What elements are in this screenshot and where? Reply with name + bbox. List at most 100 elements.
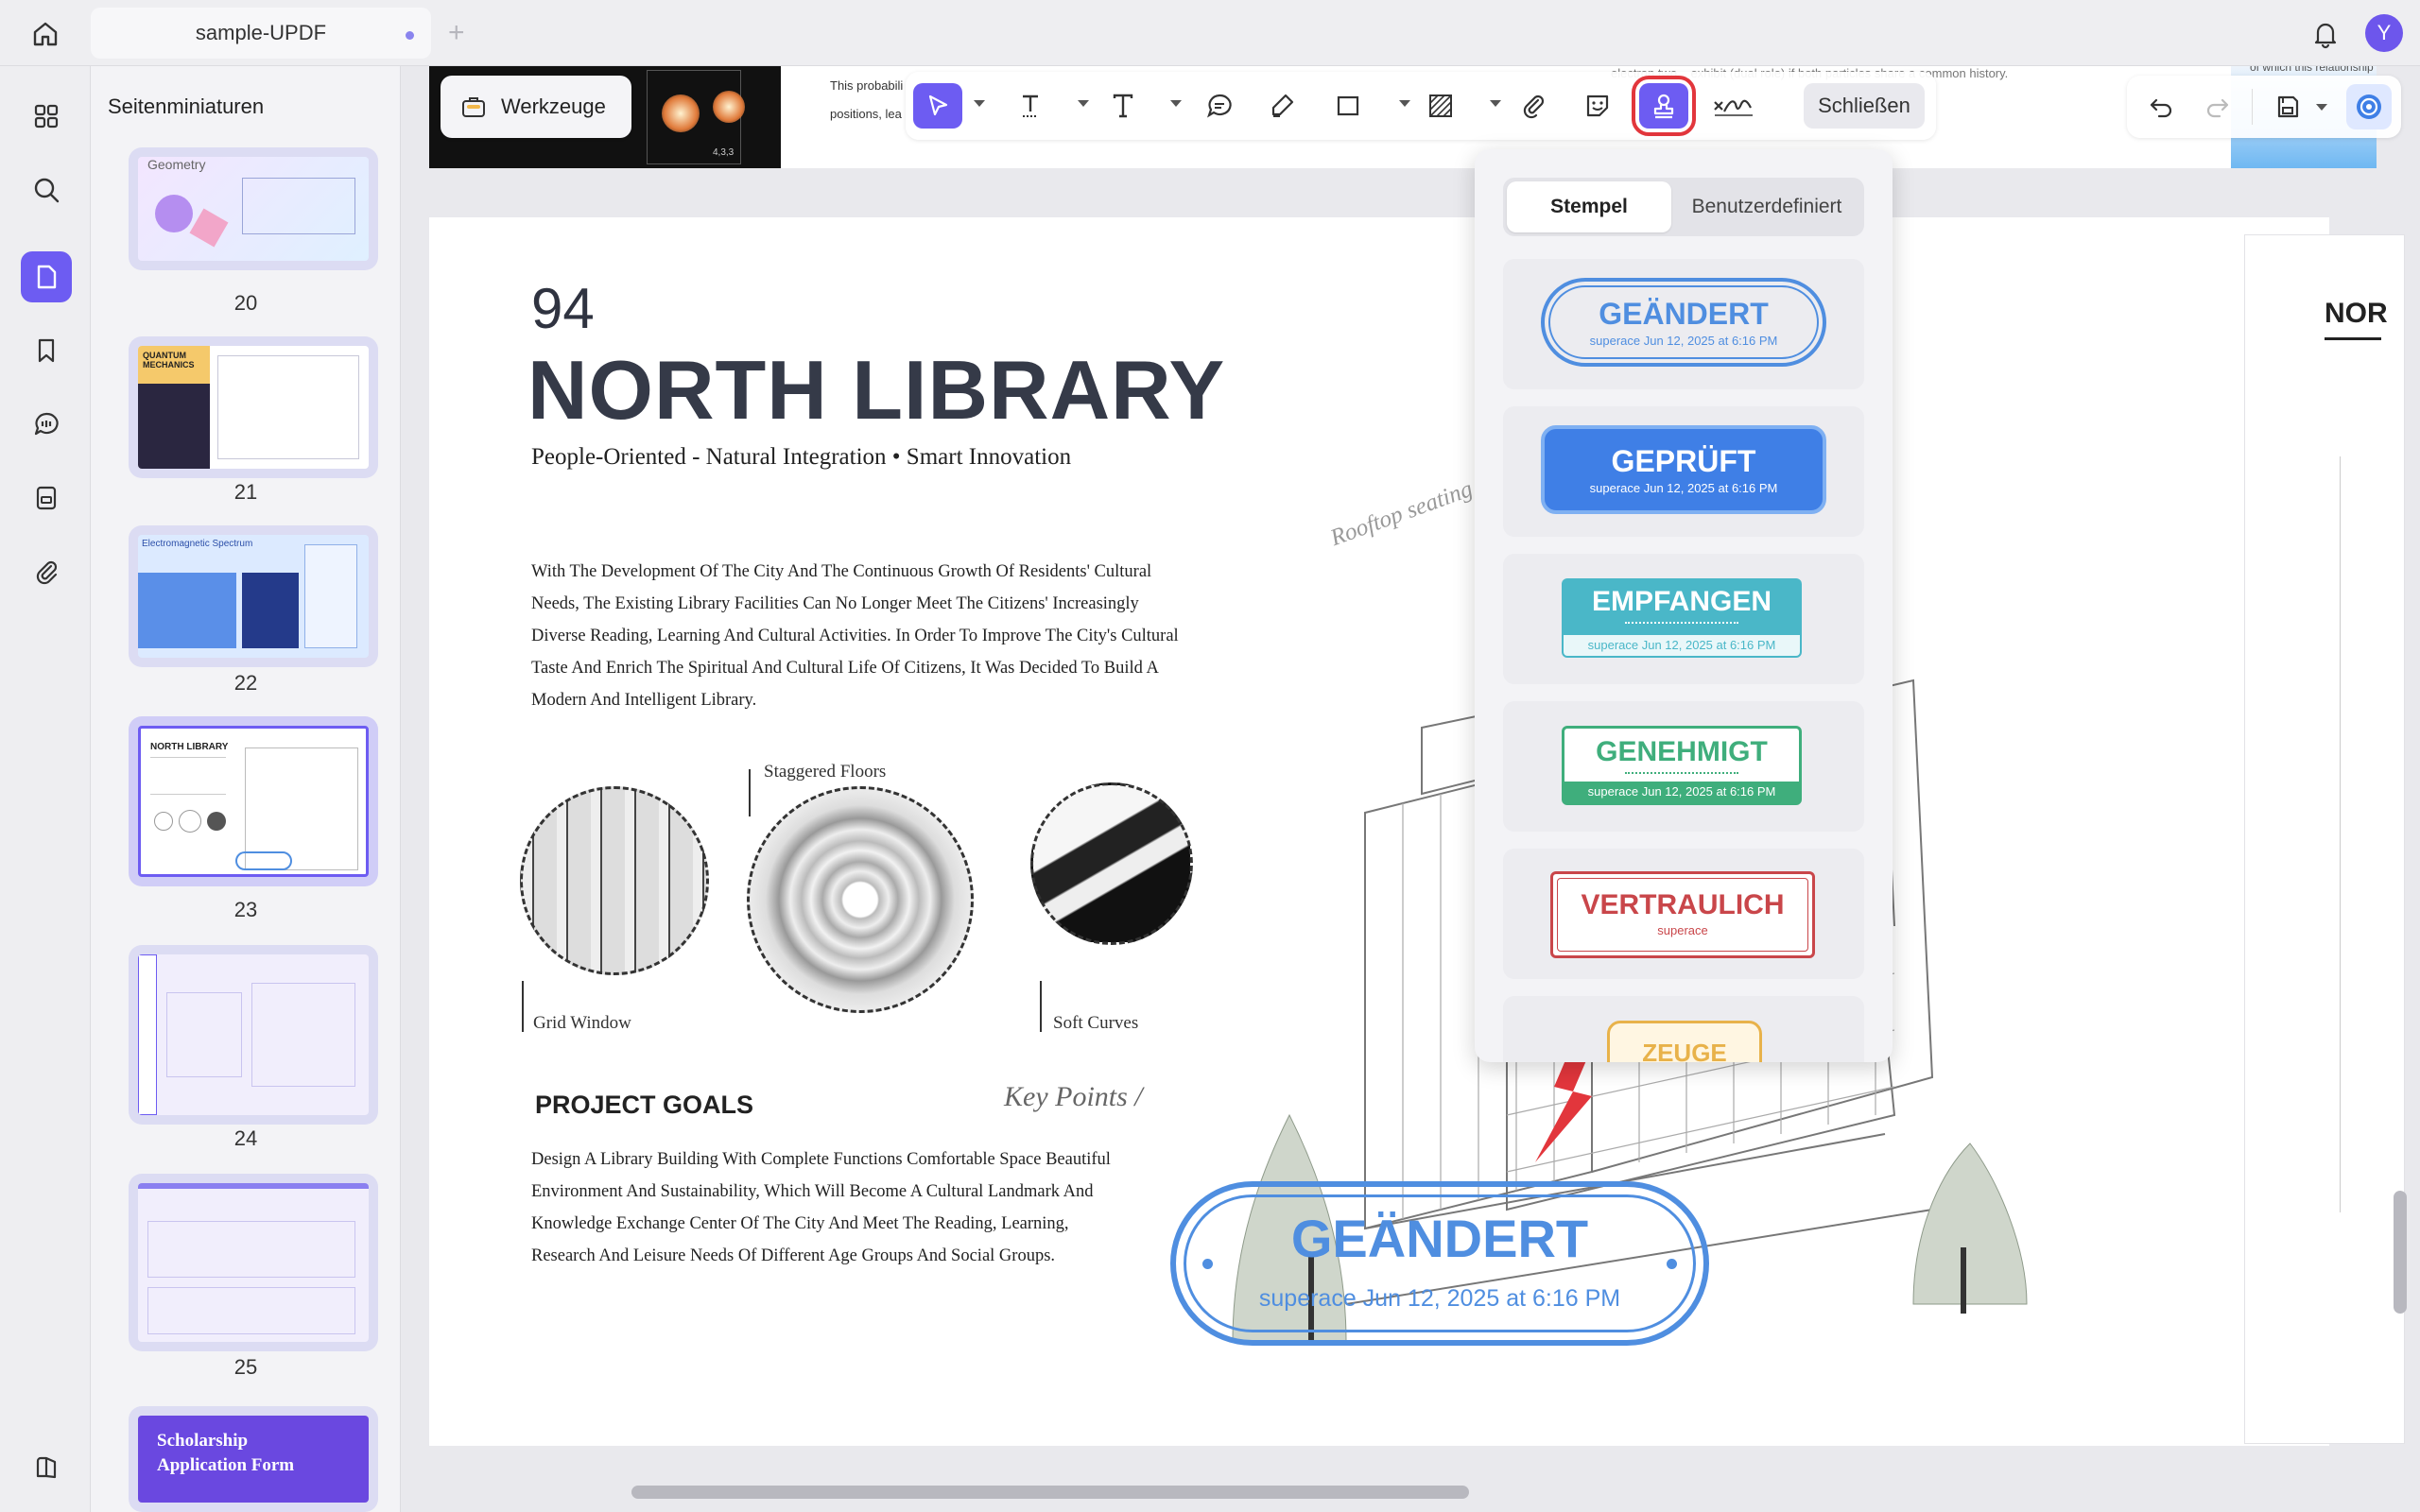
stamp-option-empfangen[interactable]: EMPFANGEN superace Jun 12, 2025 at 6:16 … (1503, 554, 1864, 684)
tab-stamps[interactable]: Stempel (1507, 181, 1671, 232)
search-icon[interactable] (21, 164, 72, 215)
stamp-divider (1625, 772, 1738, 774)
stamp-preview: VERTRAULICH superace (1550, 871, 1815, 958)
stamp-inner-border (1557, 878, 1808, 952)
stamp-preview: GEÄNDERT superace Jun 12, 2025 at 6:16 P… (1541, 278, 1826, 367)
panel-title: Seitenminiaturen (108, 94, 265, 118)
stamp-inner-border (1548, 285, 1819, 359)
text-underline-tool[interactable] (1006, 83, 1055, 129)
grid-window-photo (520, 786, 709, 975)
form-fields-icon[interactable] (21, 472, 72, 524)
thumbnails-page-icon[interactable] (21, 251, 72, 302)
toolbar-divider (2252, 89, 2253, 125)
thumb-graphic (155, 195, 193, 232)
placed-stamp-geaendert[interactable]: GEÄNDERT superace Jun 12, 2025 at 6:16 P… (1170, 1181, 1709, 1346)
chevron-down-icon[interactable] (1399, 100, 1410, 107)
thumb-graphic (189, 208, 229, 248)
text-tool[interactable] (1098, 83, 1148, 129)
pdf-page-23[interactable]: 94 NORTH LIBRARY People-Oriented - Natur… (429, 217, 2329, 1446)
stamp-subtitle: superace Jun 12, 2025 at 6:16 PM (1564, 635, 1800, 656)
thumbnail-page-20[interactable]: Geometry (129, 147, 378, 270)
thumb-graphic (138, 573, 236, 648)
stamp-tool[interactable] (1632, 76, 1696, 136)
document-tab[interactable]: sample-UPDF (91, 8, 431, 59)
caption-line (1040, 981, 1042, 1032)
tools-button[interactable]: Werkzeuge (441, 76, 631, 138)
thumb-graphic (207, 812, 226, 831)
thumbnail-page-26[interactable]: Scholarship Application Form (129, 1406, 378, 1512)
stamp-option-genehmigt[interactable]: GENEHMIGT superace Jun 12, 2025 at 6:16 … (1503, 701, 1864, 832)
text-t-icon (1113, 94, 1133, 118)
goals-paragraph: Design A Library Building With Complete … (531, 1150, 1111, 1265)
page-number-label: 22 (233, 671, 258, 695)
left-rail (0, 66, 91, 1512)
page-subtitle: People-Oriented - Natural Integration • … (531, 444, 1072, 470)
stamp-title: GEPRÜFT (1611, 444, 1756, 478)
stamp-preview: GENEHMIGT superace Jun 12, 2025 at 6:16 … (1562, 726, 1802, 805)
new-tab-plus-icon[interactable]: + (448, 17, 465, 49)
prev-page-text: This probabili positions, lea (830, 78, 904, 121)
chevron-down-icon[interactable] (2316, 104, 2327, 111)
redo-icon[interactable] (2195, 84, 2240, 129)
layers-book-icon[interactable] (21, 1442, 72, 1493)
comments-icon[interactable] (21, 399, 72, 450)
chevron-down-icon[interactable] (974, 100, 985, 107)
undo-icon[interactable] (2138, 84, 2184, 129)
thumb-label: Geometry (147, 157, 206, 172)
chevron-down-icon[interactable] (1078, 100, 1089, 107)
signature-icon (1714, 99, 1753, 116)
tab-custom[interactable]: Benutzerdefiniert (1673, 181, 1860, 232)
prev-page-figure-value: 4,3,3 (713, 147, 735, 158)
stamp-option-geprueft[interactable]: GEPRÜFT superace Jun 12, 2025 at 6:16 PM (1503, 406, 1864, 537)
user-avatar[interactable]: Y (2365, 14, 2403, 52)
prev-page-text: of which this relationship (2250, 66, 2374, 74)
comment-tool[interactable] (1195, 83, 1244, 129)
tab-stamps-label: Stempel (1550, 196, 1628, 217)
save-icon[interactable] (2265, 84, 2310, 129)
thumbnail-page-22[interactable]: Electromagnetic Spectrum (129, 525, 378, 667)
home-icon[interactable] (26, 15, 64, 53)
stamp-option-geaendert[interactable]: GEÄNDERT superace Jun 12, 2025 at 6:16 P… (1503, 259, 1864, 389)
select-pointer-tool[interactable] (913, 83, 962, 129)
notification-bell-icon[interactable] (2307, 15, 2344, 53)
signature-tool[interactable] (1703, 83, 1762, 129)
caption-grid-window: Grid Window (533, 1013, 631, 1033)
horizontal-scrollbar[interactable] (631, 1486, 1469, 1499)
attach-file-tool[interactable] (1509, 83, 1558, 129)
ai-assistant-icon[interactable] (2346, 84, 2392, 129)
rectangle-shape-tool[interactable] (1323, 83, 1373, 129)
sticker-icon (1586, 94, 1609, 117)
attachment-icon[interactable] (21, 546, 72, 597)
thumb-label: QUANTUM MECHANICS (138, 346, 210, 384)
annotation-toolbar: Schließen (906, 72, 1936, 140)
thumb-graphic (251, 983, 355, 1087)
highlighter-tool[interactable] (1257, 83, 1306, 129)
area-hatch-tool[interactable] (1416, 83, 1465, 129)
caption-soft-curves: Soft Curves (1053, 1013, 1139, 1033)
thumbnail-page-25[interactable] (129, 1174, 378, 1351)
bookmark-icon[interactable] (21, 325, 72, 376)
thumb-graphic (166, 992, 242, 1077)
stamp-option-vertraulich[interactable]: VERTRAULICH superace (1503, 849, 1864, 979)
next-page-title: NOR (2325, 298, 2388, 329)
vertical-scrollbar[interactable] (2394, 1191, 2407, 1314)
pdf-page-24-partial[interactable]: NOR (2244, 234, 2405, 1444)
chevron-down-icon[interactable] (1170, 100, 1182, 107)
thumbnail-page-23[interactable]: NORTH LIBRARY (129, 716, 378, 886)
thumb-graphic (147, 1221, 355, 1278)
close-annotation-button[interactable]: Schließen (1804, 83, 1925, 129)
thumb-graphic (138, 954, 157, 1115)
soft-curves-photo (1030, 782, 1193, 945)
thumb-label: NORTH LIBRARY (150, 742, 229, 752)
chevron-down-icon[interactable] (1490, 100, 1501, 107)
sticker-tool[interactable] (1573, 83, 1622, 129)
thumbnail-page-24[interactable] (129, 945, 378, 1125)
stamp-title: ZEUGE (1642, 1039, 1727, 1062)
placed-stamp-subtitle: superace Jun 12, 2025 at 6:16 PM (1258, 1285, 1621, 1312)
tools-label: Werkzeuge (501, 94, 606, 118)
stamp-option-zeuge[interactable]: ZEUGE (1503, 996, 1864, 1062)
prev-page-figure (713, 91, 745, 123)
thumbnail-page-21[interactable]: QUANTUM MECHANICS (129, 336, 378, 478)
organize-grid-icon[interactable] (21, 91, 72, 142)
stamp-preview: GEPRÜFT superace Jun 12, 2025 at 6:16 PM (1541, 425, 1826, 514)
